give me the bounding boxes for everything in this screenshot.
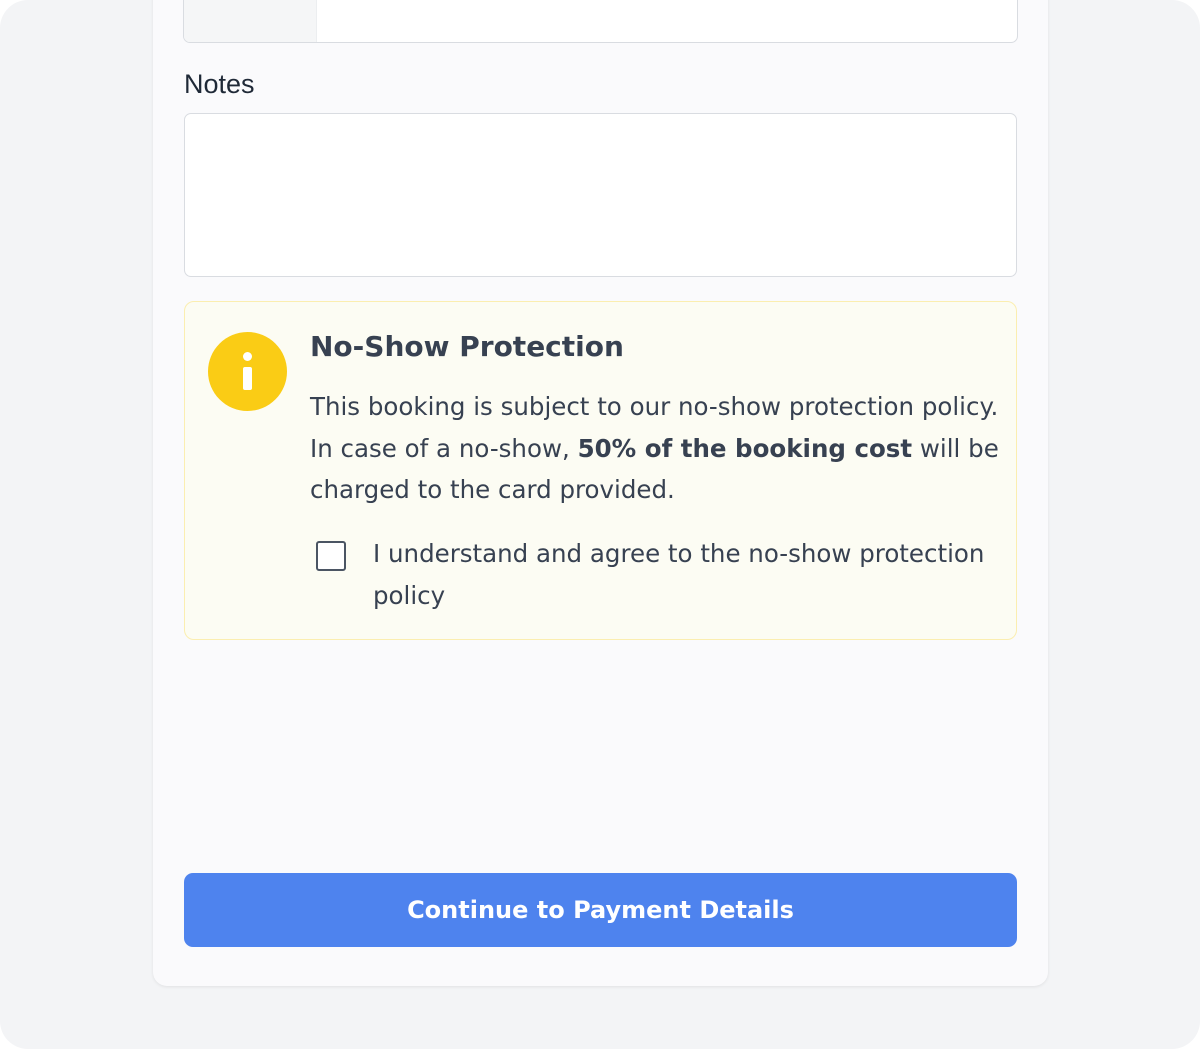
previous-input-field[interactable]: gyp — [183, 0, 1018, 43]
agree-checkbox-label[interactable]: I understand and agree to the no-show pr… — [373, 533, 993, 616]
notes-label: Notes — [184, 69, 255, 99]
notice-title: No-Show Protection — [310, 330, 624, 363]
info-icon-dot — [243, 352, 252, 361]
info-icon — [208, 332, 287, 411]
app-frame: gyp Notes No-Show Protection This bookin… — [0, 0, 1200, 1049]
continue-to-payment-button[interactable]: Continue to Payment Details — [184, 873, 1017, 947]
no-show-protection-notice: No-Show Protection This booking is subje… — [184, 301, 1017, 640]
notes-textarea[interactable] — [184, 113, 1017, 277]
info-icon-bar — [243, 367, 252, 390]
booking-form-card: gyp Notes No-Show Protection This bookin… — [153, 0, 1048, 986]
input-prefix: gyp — [184, 0, 317, 42]
notice-body-emphasis: 50% of the booking cost — [577, 433, 913, 463]
notice-body: This booking is subject to our no-show p… — [310, 386, 1010, 511]
agree-checkbox[interactable] — [316, 541, 346, 571]
